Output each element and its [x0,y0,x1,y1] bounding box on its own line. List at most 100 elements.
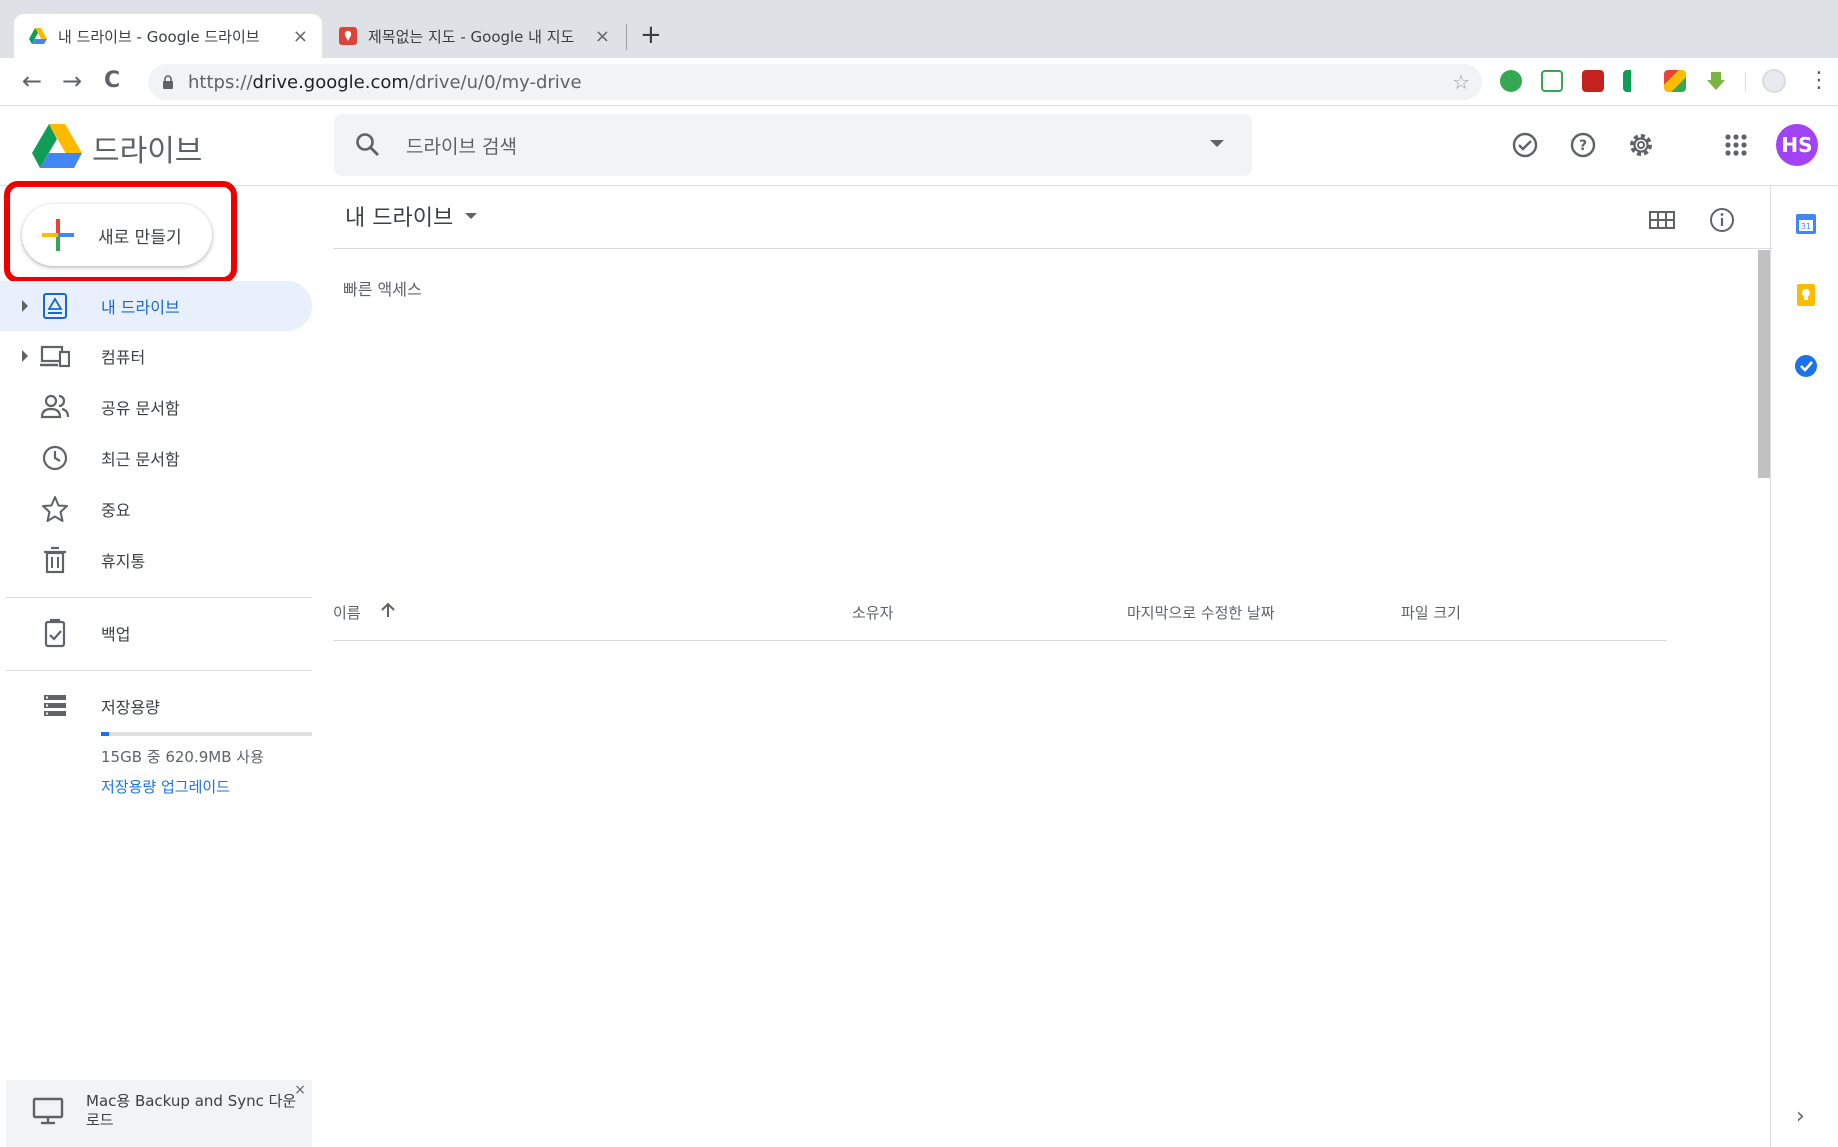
bookmark-star-icon[interactable]: ☆ [1452,70,1470,94]
extension-separator [1745,72,1746,92]
sidebar-divider [6,670,312,671]
google-apps-grid-icon[interactable] [1719,128,1753,162]
title-dropdown-icon[interactable] [465,213,478,219]
url-host: drive.google.com [252,71,409,93]
svg-text:?: ? [1579,138,1587,154]
extension-inbox-icon[interactable] [1541,70,1563,92]
expand-arrow-icon[interactable] [22,300,28,312]
column-file-size[interactable]: 파일 크기 [1401,602,1461,623]
shared-icon [40,394,70,419]
storage-icon [44,695,66,716]
sidebar-item-label: 저장용량 [101,698,160,717]
my-drive-icon [43,293,67,319]
page-title[interactable]: 내 드라이브 [345,200,478,232]
backup-sync-download-banner[interactable]: Mac용 Backup and Sync 다운로드 × [6,1080,312,1147]
sidebar-item-my-drive[interactable]: 내 드라이브 [0,281,312,331]
tab-drive[interactable]: 내 드라이브 - Google 드라이브 × [14,14,322,58]
storage-usage-fill [101,732,110,736]
browser-menu-icon[interactable]: ⋮ [1808,66,1830,96]
new-button[interactable]: 새로 만들기 [22,204,212,266]
close-banner-icon[interactable]: × [294,1082,306,1098]
url-path: /drive/u/0/my-drive [408,71,582,93]
keep-addon-icon[interactable] [1793,282,1819,308]
forward-button[interactable]: → [62,66,82,96]
sidebar-item-storage[interactable]: 저장용량 [0,681,312,731]
sidebar-item-label: 공유 문서함 [101,399,180,418]
info-icon[interactable] [1706,204,1738,236]
grid-view-icon[interactable] [1646,204,1678,236]
sidebar-item-label: 컴퓨터 [101,348,146,367]
back-button[interactable]: ← [22,66,42,96]
column-header-divider [333,640,1667,641]
desktop-computer-icon [32,1097,64,1125]
tasks-addon-icon[interactable] [1793,353,1819,379]
sidebar-item-label: 중요 [101,501,131,520]
close-tab-icon[interactable]: × [595,26,610,47]
storage-usage-bar [101,732,312,736]
backup-icon [44,618,66,648]
trash-icon [44,546,66,574]
sort-ascending-arrow-icon[interactable] [378,600,398,620]
column-last-modified[interactable]: 마지막으로 수정한 날짜 [1127,602,1275,623]
sidebar-item-label: 내 드라이브 [101,298,180,317]
search-icon[interactable] [354,131,382,159]
sidebar-item-trash[interactable]: 휴지통 [0,535,312,585]
browser-toolbar: ← → C https://drive.google.com/drive/u/0… [0,58,1838,106]
sidebar-item-label: 최근 문서함 [101,450,180,469]
title-divider [333,248,1773,249]
reload-button[interactable]: C [104,66,120,96]
sidebar-item-starred[interactable]: 중요 [0,484,312,534]
page-title-text: 내 드라이브 [345,206,454,231]
upgrade-storage-link[interactable]: 저장용량 업그레이드 [101,776,230,797]
sidebar-divider [6,597,312,598]
search-input[interactable]: 드라이브 검색 [406,132,517,159]
new-button-label: 새로 만들기 [98,227,182,248]
tab-title: 제목없는 지도 - Google 내 지도 [368,27,575,46]
my-maps-favicon-icon [339,27,357,45]
colorful-plus-icon [42,219,74,251]
drive-header: 드라이브 드라이브 검색 ? HS [0,106,1838,186]
storage-usage-text: 15GB 중 620.9MB 사용 [101,748,264,766]
column-name[interactable]: 이름 [333,602,361,623]
sidebar-item-backup[interactable]: 백업 [0,608,312,658]
google-drive-favicon-icon [29,28,47,44]
tab-maps[interactable]: 제목없는 지도 - Google 내 지도 × [324,14,624,58]
browser-tab-strip: 내 드라이브 - Google 드라이브 × 제목없는 지도 - Google … [0,0,1838,58]
main-scrollbar[interactable] [1758,250,1770,478]
sidebar-item-computers[interactable]: 컴퓨터 [0,331,312,381]
sidebar-item-label: 백업 [101,625,131,644]
address-bar[interactable]: https://drive.google.com/drive/u/0/my-dr… [148,64,1482,100]
browser-profile-icon[interactable] [1762,69,1786,93]
tab-title: 내 드라이브 - Google 드라이브 [58,27,260,46]
new-tab-button[interactable]: + [640,20,662,50]
extension-mendeley-icon[interactable] [1582,70,1604,92]
backup-banner-text: Mac용 Backup and Sync 다운로드 [86,1092,297,1129]
extension-grammar-icon[interactable] [1500,70,1522,92]
expand-arrow-icon[interactable] [22,350,28,362]
google-drive-logo[interactable] [32,124,82,168]
settings-gear-icon[interactable] [1624,128,1658,162]
extension-evernote-icon[interactable] [1623,70,1645,92]
quick-access-heading: 빠른 액세스 [343,280,422,299]
star-icon [42,496,68,522]
extension-colorzilla-icon[interactable] [1664,70,1686,92]
calendar-addon-icon[interactable]: 31 [1793,211,1819,237]
help-icon[interactable]: ? [1566,128,1600,162]
computers-icon [40,345,70,368]
offline-ready-icon[interactable] [1508,128,1542,162]
clock-icon [42,445,68,471]
url-scheme: https:// [188,71,253,93]
sidebar-item-label: 휴지통 [101,552,146,571]
search-bar[interactable]: 드라이브 검색 [334,114,1252,176]
column-owner[interactable]: 소유자 [852,602,893,623]
svg-text:31: 31 [1801,222,1811,231]
sidebar-item-shared[interactable]: 공유 문서함 [0,382,312,432]
extension-download-icon[interactable] [1705,70,1727,92]
search-options-dropdown-icon[interactable] [1210,140,1224,147]
side-panel-divider [1770,186,1771,1147]
account-avatar[interactable]: HS [1776,124,1818,166]
close-tab-icon[interactable]: × [293,26,308,47]
sidebar-item-recent[interactable]: 최근 문서함 [0,433,312,483]
tab-separator [626,24,627,50]
expand-side-panel-chevron-icon[interactable]: › [1796,1104,1805,1129]
